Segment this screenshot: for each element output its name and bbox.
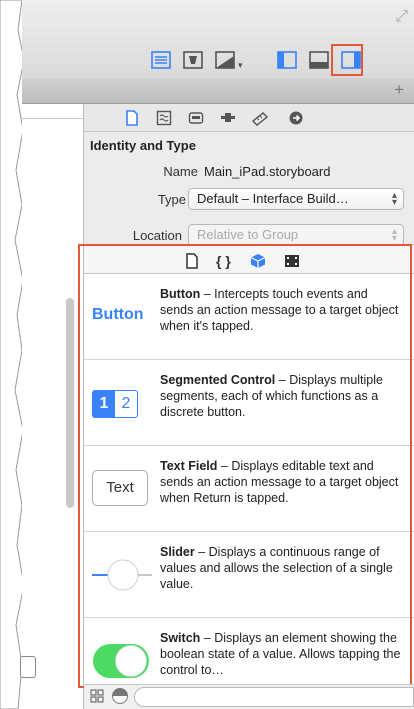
library-item-title: Slider	[160, 545, 195, 559]
segmented-thumbnail: 1 2	[90, 360, 154, 446]
library-item-title: Text Field	[160, 459, 218, 473]
library-item-desc: Switch – Displays an element showing the…	[160, 630, 404, 678]
stepper-arrows-icon: ▴ ▾	[391, 226, 397, 244]
type-label: Type	[157, 192, 186, 207]
standard-editor-button[interactable]	[150, 50, 172, 70]
location-select-value: Relative to Group	[197, 227, 299, 242]
chevron-down-icon[interactable]: ▾	[238, 60, 243, 71]
code-snippet-icon[interactable]: { }	[216, 253, 232, 269]
library-item-text-field[interactable]: Text Text Field – Displays editable text…	[84, 446, 414, 532]
utilities-icon	[341, 51, 361, 69]
library-search-field[interactable]	[134, 687, 414, 707]
slider-thumbnail	[90, 532, 154, 618]
grid-view-icon[interactable]	[90, 689, 104, 706]
library-item-button[interactable]: Button Button – Intercepts touch events …	[84, 274, 414, 360]
size-inspector-icon[interactable]	[251, 110, 269, 126]
object-library: { } Button Button – Intercepts touch eve…	[84, 244, 414, 684]
name-label: Name	[163, 164, 198, 179]
jump-bar: +	[22, 78, 414, 104]
name-value: Main_iPad.storyboard	[204, 164, 331, 179]
segmented-thumb: 1 2	[92, 390, 138, 418]
library-item-title: Segmented Control	[160, 373, 276, 387]
editor-divider	[22, 118, 83, 119]
quick-help-icon[interactable]	[156, 110, 172, 126]
location-label: Location	[132, 228, 182, 243]
library-item-desc: Segmented Control – Displays multiple se…	[160, 372, 404, 420]
assistant-editor-icon	[183, 51, 203, 69]
plus-icon[interactable]: +	[394, 80, 404, 100]
file-template-icon[interactable]	[184, 253, 200, 269]
location-select: Relative to Group ▴ ▾	[188, 224, 404, 246]
editor-area	[22, 104, 84, 709]
identity-inspector-icon[interactable]	[188, 110, 204, 126]
library-item-title: Switch	[160, 631, 201, 645]
navigator-icon	[277, 51, 297, 69]
segment-1: 1	[93, 391, 115, 417]
object-library-icon[interactable]	[250, 253, 266, 269]
type-select[interactable]: Default – Interface Build… ▴ ▾	[188, 188, 404, 210]
navigator-toggle-button[interactable]	[276, 50, 298, 70]
version-editor-button[interactable]	[214, 50, 236, 70]
media-library-icon[interactable]	[284, 253, 300, 269]
version-editor-icon	[215, 51, 235, 69]
library-item-slider[interactable]: Slider – Displays a continuous range of …	[84, 532, 414, 618]
fullscreen-icon[interactable]: ⤢	[395, 8, 408, 26]
slider-thumb-graphic	[92, 559, 152, 591]
library-item-desc: Slider – Displays a continuous range of …	[160, 544, 404, 592]
attributes-inspector-icon[interactable]	[220, 110, 236, 126]
debug-area-toggle-button[interactable]	[308, 50, 330, 70]
text-field-thumb-label: Text	[92, 470, 148, 506]
section-title: Identity and Type	[90, 138, 196, 153]
text-field-thumbnail: Text	[90, 446, 154, 532]
editor-scrollbar[interactable]	[66, 298, 74, 508]
switch-thumb-graphic	[93, 644, 149, 678]
assistant-editor-button[interactable]	[182, 50, 204, 70]
type-select-value: Default – Interface Build…	[197, 191, 349, 206]
connections-inspector-icon[interactable]	[288, 110, 304, 126]
inspector-tab-bar	[84, 104, 414, 132]
filter-scope-icon[interactable]	[112, 688, 128, 704]
library-item-title: Button	[160, 287, 201, 301]
library-item-segmented-control[interactable]: 1 2 Segmented Control – Displays multipl…	[84, 360, 414, 446]
file-inspector: Identity and Type Name Main_iPad.storybo…	[84, 104, 414, 246]
button-thumbnail: Button	[90, 274, 154, 360]
library-tab-bar: { }	[84, 244, 414, 274]
editor-control-box[interactable]	[20, 656, 36, 678]
stepper-arrows-icon: ▴ ▾	[391, 190, 397, 208]
library-item-desc: Button – Intercepts touch events and sen…	[160, 286, 404, 334]
button-thumb-label: Button	[92, 306, 144, 323]
segment-2: 2	[121, 395, 131, 412]
file-inspector-icon[interactable]	[124, 110, 140, 126]
debug-area-icon	[309, 51, 329, 69]
library-item-text: – Displays a continuous range of values …	[160, 545, 393, 591]
library-filter-bar	[84, 684, 414, 709]
utilities-toggle-button[interactable]	[340, 50, 362, 70]
library-item-desc: Text Field – Displays editable text and …	[160, 458, 404, 506]
standard-editor-icon	[151, 51, 171, 69]
